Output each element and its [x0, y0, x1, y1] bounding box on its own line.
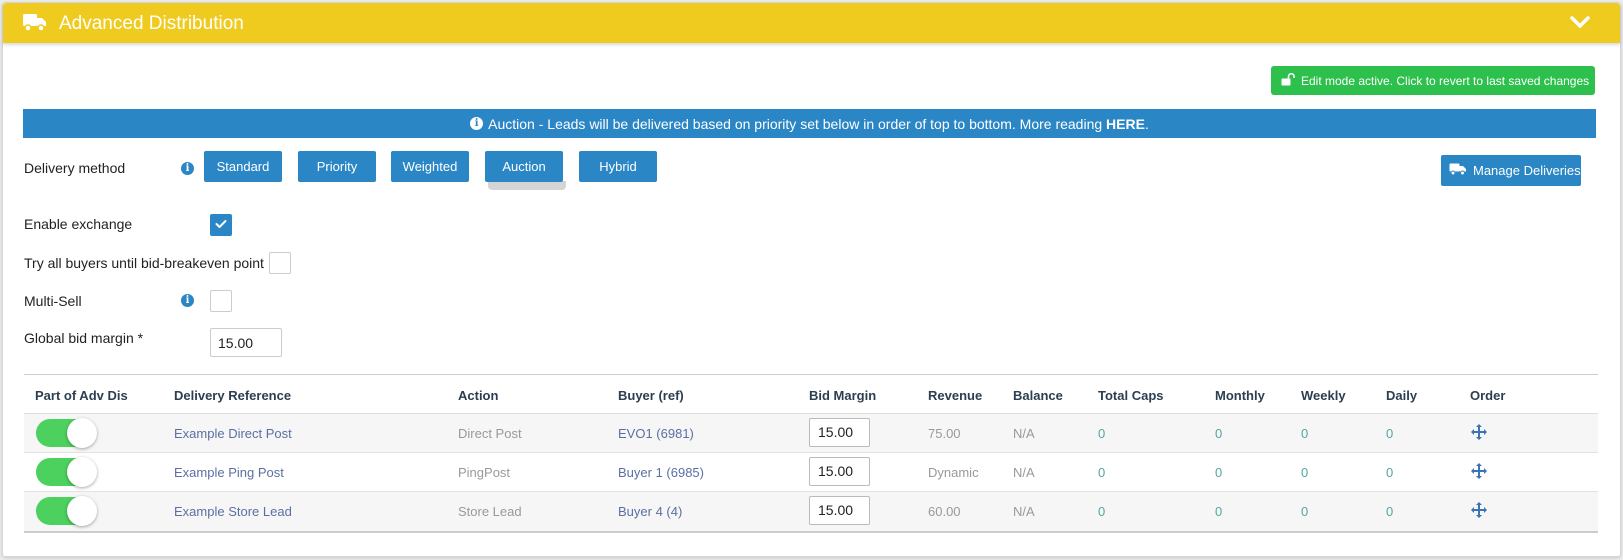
panel-header[interactable]: Advanced Distribution [3, 3, 1620, 43]
delivery-reference-link[interactable]: Example Ping Post [174, 465, 284, 480]
enable-exchange-label: Enable exchange [24, 216, 133, 232]
col-monthly: Monthly [1215, 388, 1265, 403]
method-hybrid-button[interactable]: Hybrid [579, 151, 657, 182]
truck-icon [1449, 162, 1467, 179]
daily-cell: 0 [1386, 465, 1394, 480]
bid-margin-input[interactable]: 15.00 [809, 457, 870, 486]
col-part-of-adv-dis: Part of Adv Dis [35, 388, 128, 403]
unlock-icon [1281, 72, 1295, 89]
info-bar-text: Auction - Leads will be delivered based … [488, 115, 1149, 132]
buyer-link[interactable]: EVO1 (6981) [618, 426, 694, 441]
col-weekly: Weekly [1301, 388, 1346, 403]
method-priority-button[interactable]: Priority [298, 151, 376, 182]
advanced-distribution-panel: Advanced Distribution Edit mode active. … [2, 2, 1621, 557]
global-bid-margin-label: Global bid margin * [24, 330, 144, 346]
adv-dis-toggle[interactable] [36, 457, 97, 487]
action-cell: PingPost [458, 465, 511, 480]
adv-dis-toggle[interactable] [36, 496, 97, 526]
bid-margin-input[interactable]: 15.00 [809, 496, 870, 525]
method-auction-button[interactable]: Auction [485, 151, 563, 182]
col-order: Order [1470, 388, 1506, 403]
action-cell: Store Lead [458, 504, 522, 519]
action-cell: Direct Post [458, 426, 522, 441]
total-caps-cell: 0 [1098, 426, 1106, 441]
monthly-cell: 0 [1215, 426, 1223, 441]
manage-deliveries-button[interactable]: Manage Deliveries [1441, 155, 1581, 186]
table-header-row: Part of Adv Dis Delivery Reference Actio… [24, 375, 1598, 414]
weekly-cell: 0 [1301, 504, 1309, 519]
move-icon[interactable] [1470, 423, 1488, 446]
col-balance: Balance [1013, 388, 1063, 403]
bid-margin-input[interactable]: 15.00 [809, 418, 870, 447]
daily-cell: 0 [1386, 426, 1394, 441]
table-row: Example Direct Post Direct Post EVO1 (69… [24, 414, 1598, 453]
balance-cell: N/A [1013, 426, 1035, 441]
table-row: Example Ping Post PingPost Buyer 1 (6985… [24, 453, 1598, 492]
deliveries-table: Part of Adv Dis Delivery Reference Actio… [24, 374, 1598, 533]
delivery-method-info-icon[interactable]: i [181, 162, 194, 175]
weekly-cell: 0 [1301, 465, 1309, 480]
monthly-cell: 0 [1215, 465, 1223, 480]
revenue-cell: 60.00 [928, 504, 961, 519]
method-standard-button[interactable]: Standard [204, 151, 282, 182]
multi-sell-info-icon[interactable]: i [181, 294, 194, 307]
balance-cell: N/A [1013, 465, 1035, 480]
multi-sell-label: Multi-Sell [24, 293, 82, 309]
buyer-link[interactable]: Buyer 1 (6985) [618, 465, 704, 480]
try-all-buyers-checkbox[interactable] [269, 252, 291, 274]
adv-dis-toggle[interactable] [36, 418, 97, 448]
revenue-cell: 75.00 [928, 426, 961, 441]
table-row: Example Store Lead Store Lead Buyer 4 (4… [24, 492, 1598, 531]
weekly-cell: 0 [1301, 426, 1309, 441]
col-total-caps: Total Caps [1098, 388, 1164, 403]
info-icon: i [470, 117, 484, 130]
total-caps-cell: 0 [1098, 465, 1106, 480]
delivery-method-label: Delivery method [24, 160, 126, 176]
col-daily: Daily [1386, 388, 1418, 403]
revenue-cell: Dynamic [928, 465, 979, 480]
col-action: Action [458, 388, 499, 403]
move-icon[interactable] [1470, 462, 1488, 485]
col-delivery-reference: Delivery Reference [174, 388, 292, 403]
manage-deliveries-label: Manage Deliveries [1473, 163, 1581, 178]
monthly-cell: 0 [1215, 504, 1223, 519]
buyer-link[interactable]: Buyer 4 (4) [618, 504, 682, 519]
edit-mode-revert-button[interactable]: Edit mode active. Click to revert to las… [1271, 66, 1595, 95]
edit-mode-label: Edit mode active. Click to revert to las… [1301, 73, 1590, 88]
col-revenue: Revenue [928, 388, 983, 403]
move-icon[interactable] [1470, 501, 1488, 524]
truck-icon [22, 11, 48, 38]
method-weighted-button[interactable]: Weighted [391, 151, 469, 182]
total-caps-cell: 0 [1098, 504, 1106, 519]
col-buyer-ref: Buyer (ref) [618, 388, 684, 403]
panel-title: Advanced Distribution [59, 13, 244, 34]
delivery-reference-link[interactable]: Example Direct Post [174, 426, 292, 441]
multi-sell-checkbox[interactable] [210, 290, 232, 312]
chevron-down-icon[interactable] [1570, 15, 1590, 34]
delivery-reference-link[interactable]: Example Store Lead [174, 504, 292, 519]
daily-cell: 0 [1386, 504, 1394, 519]
try-all-buyers-label: Try all buyers until bid-breakeven point [24, 255, 264, 271]
auction-info-bar: i Auction - Leads will be delivered base… [23, 109, 1596, 138]
here-link[interactable]: HERE [1106, 116, 1145, 132]
col-bid-margin: Bid Margin [809, 388, 877, 403]
selected-method-indicator [488, 181, 566, 190]
enable-exchange-checkbox[interactable] [210, 214, 232, 236]
global-bid-margin-input[interactable]: 15.00 [210, 328, 282, 357]
checkmark-icon [215, 216, 227, 234]
balance-cell: N/A [1013, 504, 1035, 519]
